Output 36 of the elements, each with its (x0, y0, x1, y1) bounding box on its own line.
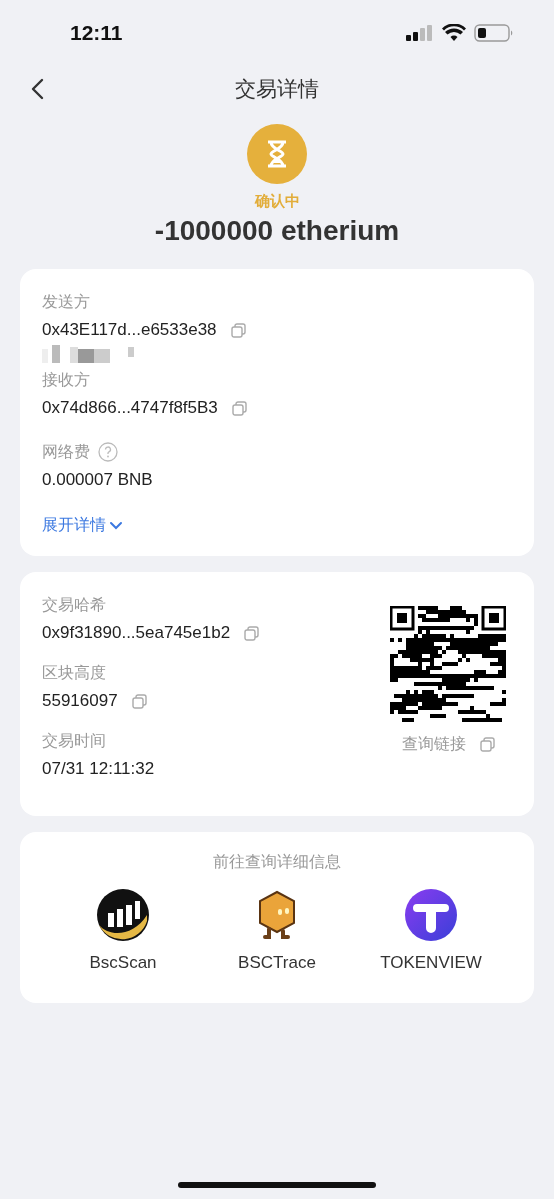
field-label: 发送方 (42, 292, 90, 312)
chart-logo-icon[interactable] (97, 889, 149, 941)
copy-icon[interactable] (479, 737, 495, 752)
battery-icon (474, 24, 514, 42)
field-value: 55916097 (42, 691, 118, 711)
wifi-icon (442, 24, 466, 42)
letter-t-logo-icon[interactable] (405, 889, 457, 941)
field-value: 0x43E117d...e6533e38 (42, 320, 217, 340)
copy-icon[interactable] (244, 625, 260, 641)
field-label: 网络费 (42, 442, 90, 462)
back-icon[interactable] (30, 78, 44, 100)
amount-text: -1000000 etherium (154, 215, 400, 247)
explorer-name[interactable]: BSCTrace (238, 953, 316, 973)
field-label: 区块高度 (42, 663, 106, 683)
explorer-name[interactable]: BscScan (89, 953, 157, 973)
status-time: 12:11 (70, 21, 123, 45)
query-link-label: 查询链接 (401, 734, 466, 754)
copy-icon[interactable] (231, 400, 247, 416)
expand-details-link[interactable]: 展开详情 (42, 515, 123, 536)
explorer-name[interactable]: TOKENVIEW (380, 953, 482, 973)
section-title: 前往查询详细信息 (212, 852, 342, 872)
hourglass-icon (247, 124, 307, 184)
copy-icon[interactable] (230, 322, 246, 338)
status-label: 确认中 (254, 192, 300, 211)
field-label: 交易时间 (42, 731, 106, 751)
field-value: 0.000007 BNB (42, 470, 153, 490)
field-label: 接收方 (42, 370, 90, 390)
field-label: 交易哈希 (42, 595, 106, 615)
copy-icon[interactable] (131, 693, 147, 709)
field-value: 0x9f31890...5ea745e1b2 (42, 623, 231, 643)
signal-icon (406, 25, 434, 41)
help-icon[interactable] (98, 442, 118, 462)
field-value: 0x74d866...4747f8f5B3 (42, 398, 218, 418)
field-value: 07/31 12:11:32 (42, 759, 155, 779)
page-title: 交易详情 (235, 76, 319, 102)
chevron-down-icon (109, 520, 123, 531)
